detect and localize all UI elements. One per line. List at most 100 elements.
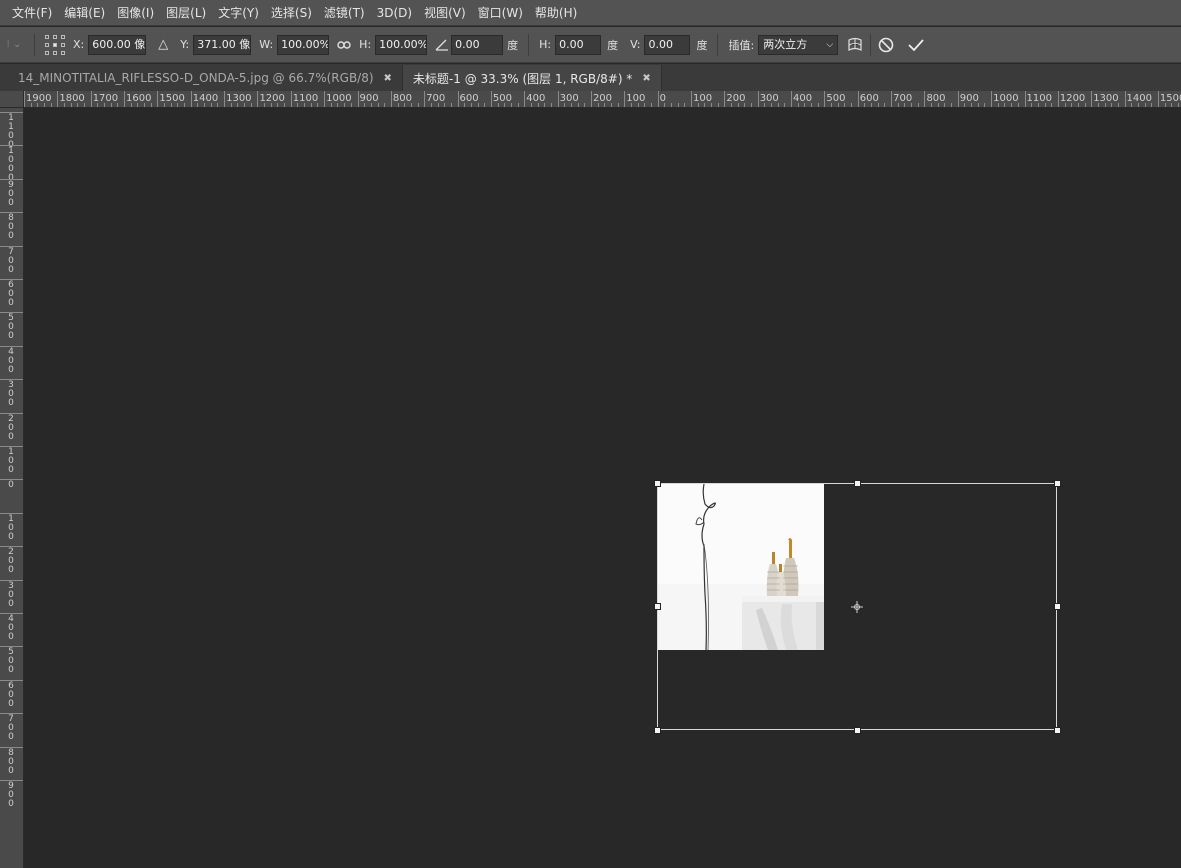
delta-icon[interactable]: △ <box>154 36 172 54</box>
ruler-label: 800 <box>392 93 412 104</box>
menu-edit[interactable]: 编辑(E) <box>58 0 111 26</box>
y-input[interactable]: 371.00 像素 <box>193 34 252 55</box>
close-icon[interactable]: ✖ <box>384 73 392 84</box>
ruler-label: 200 <box>592 93 613 104</box>
ruler-tick <box>791 91 793 107</box>
ruler-tick <box>257 91 259 107</box>
ruler-label: 300 <box>559 93 579 104</box>
warp-icon[interactable] <box>846 36 864 54</box>
transform-handle-bottom-left[interactable] <box>654 727 661 734</box>
menu-filter[interactable]: 滤镜(T) <box>318 0 371 26</box>
menu-view[interactable]: 视图(V) <box>418 0 472 26</box>
reference-point-icon[interactable] <box>45 34 65 55</box>
ruler-label: 500 <box>492 93 512 104</box>
document-tabs: 14_MINOTITALIA_RIFLESSO-D_ONDA-5.jpg @ 6… <box>0 64 1181 91</box>
divider <box>870 33 872 56</box>
menu-image[interactable]: 图像(I) <box>111 0 160 26</box>
horizontal-ruler[interactable]: 1900 1800 1700 1600 1500 1400 1300 1200 1100 1000… <box>24 91 1181 108</box>
ruler-tick <box>657 91 659 107</box>
ruler-label: 800 <box>8 213 14 242</box>
ruler-label: 400 <box>8 346 14 375</box>
menu-window[interactable]: 窗口(W) <box>472 0 529 26</box>
ruler-tick <box>457 91 459 107</box>
height-input[interactable]: 100.00% <box>375 34 428 55</box>
options-bar: ⁝ ⌄ X: 600.00 像素 △ Y: 371.00 像素 W: 100.0… <box>0 27 1181 63</box>
transform-handle-bottom-center[interactable] <box>854 727 861 734</box>
ruler-minor-tick <box>817 103 819 107</box>
ruler-minor-tick <box>650 103 652 107</box>
tab-document-2[interactable]: 未标题-1 @ 33.3% (图层 1, RGB/8#) * ✖ <box>402 65 662 91</box>
skew-v-input[interactable]: 0.00 <box>644 34 691 55</box>
ruler-label: 600 <box>459 93 479 104</box>
menu-select[interactable]: 选择(S) <box>265 0 318 26</box>
ruler-tick <box>1024 91 1026 107</box>
skew-h-label: H: <box>539 38 552 51</box>
ruler-minor-tick <box>984 103 986 107</box>
width-input[interactable]: 100.00% <box>277 34 330 55</box>
ruler-tick <box>724 91 726 107</box>
ruler-label: 500 <box>8 313 14 342</box>
check-icon[interactable] <box>907 36 925 54</box>
menu-3d[interactable]: 3D(D) <box>371 0 418 26</box>
ruler-minor-tick <box>484 103 486 107</box>
menu-type[interactable]: 文字(Y) <box>212 0 265 26</box>
divider <box>528 33 530 56</box>
ruler-label: 1000 <box>993 93 1019 104</box>
ruler-label: 400 <box>793 93 813 104</box>
ruler-label: 700 <box>893 93 913 104</box>
ruler-label: 1500 <box>1159 93 1181 104</box>
transform-center-icon[interactable] <box>851 601 863 613</box>
ruler-tick <box>324 91 326 107</box>
skew-h-input[interactable]: 0.00 <box>555 34 602 55</box>
menu-layer[interactable]: 图层(L) <box>160 0 212 26</box>
menu-help[interactable]: 帮助(H) <box>529 0 583 26</box>
transform-handle-top-center[interactable] <box>854 480 861 487</box>
transform-handle-middle-right[interactable] <box>1054 603 1061 610</box>
h-label: H: <box>359 38 372 51</box>
ruler-label: 700 <box>8 714 14 743</box>
tool-preset-icon[interactable]: ⁝ ⌄ <box>0 36 28 54</box>
ruler-label: 500 <box>826 93 846 104</box>
ruler-label: 600 <box>8 680 14 709</box>
link-icon[interactable] <box>335 36 353 54</box>
ruler-minor-tick <box>617 103 619 107</box>
cancel-icon[interactable] <box>877 36 895 54</box>
menu-file[interactable]: 文件(F) <box>6 0 58 26</box>
tab-document-1[interactable]: 14_MINOTITALIA_RIFLESSO-D_ONDA-5.jpg @ 6… <box>8 65 403 91</box>
vertical-ruler[interactable]: 1100100090080070060050040030020010001002… <box>0 108 24 868</box>
transform-handle-bottom-right[interactable] <box>1054 727 1061 734</box>
angle-icon <box>433 36 451 54</box>
chevron-down-icon: ⌵ <box>826 39 834 50</box>
transform-handle-top-right[interactable] <box>1054 480 1061 487</box>
ruler-tick <box>624 91 626 107</box>
ruler-label: 1200 <box>259 93 285 104</box>
ruler-label: 1400 <box>192 93 219 104</box>
ruler-tick <box>1124 91 1126 107</box>
ruler-label: 100 <box>8 513 14 542</box>
angle-input[interactable]: 0.00 <box>451 34 504 55</box>
transform-handle-top-left[interactable] <box>654 480 661 487</box>
ruler-label: 200 <box>8 413 14 442</box>
ruler-label: 600 <box>8 280 14 308</box>
ruler-label: 400 <box>8 614 14 642</box>
ruler-label: 700 <box>426 93 446 104</box>
ruler-label: 200 <box>726 93 746 104</box>
ruler-label: 0 <box>8 480 14 491</box>
ruler-corner[interactable] <box>0 91 24 108</box>
ruler-label: 800 <box>8 747 14 776</box>
ruler-label: 900 <box>8 781 14 809</box>
menu-bar: 文件(F) 编辑(E) 图像(I) 图层(L) 文字(Y) 选择(S) 滤镜(T… <box>0 0 1181 26</box>
x-input[interactable]: 600.00 像素 <box>88 34 147 55</box>
ruler-tick <box>824 91 826 107</box>
ruler-tick <box>957 91 959 107</box>
interpolation-select[interactable]: 两次立方 ⌵ <box>758 34 839 55</box>
ruler-label: 100 <box>8 447 14 475</box>
close-icon[interactable]: ✖ <box>642 73 650 84</box>
ruler-tick <box>190 91 192 107</box>
divider <box>34 33 35 56</box>
ruler-minor-tick <box>677 103 679 107</box>
ruler-label: 1700 <box>92 93 119 104</box>
ruler-label: 900 <box>359 93 379 104</box>
transform-handle-middle-left[interactable] <box>654 603 661 610</box>
ruler-label: 300 <box>8 580 14 609</box>
